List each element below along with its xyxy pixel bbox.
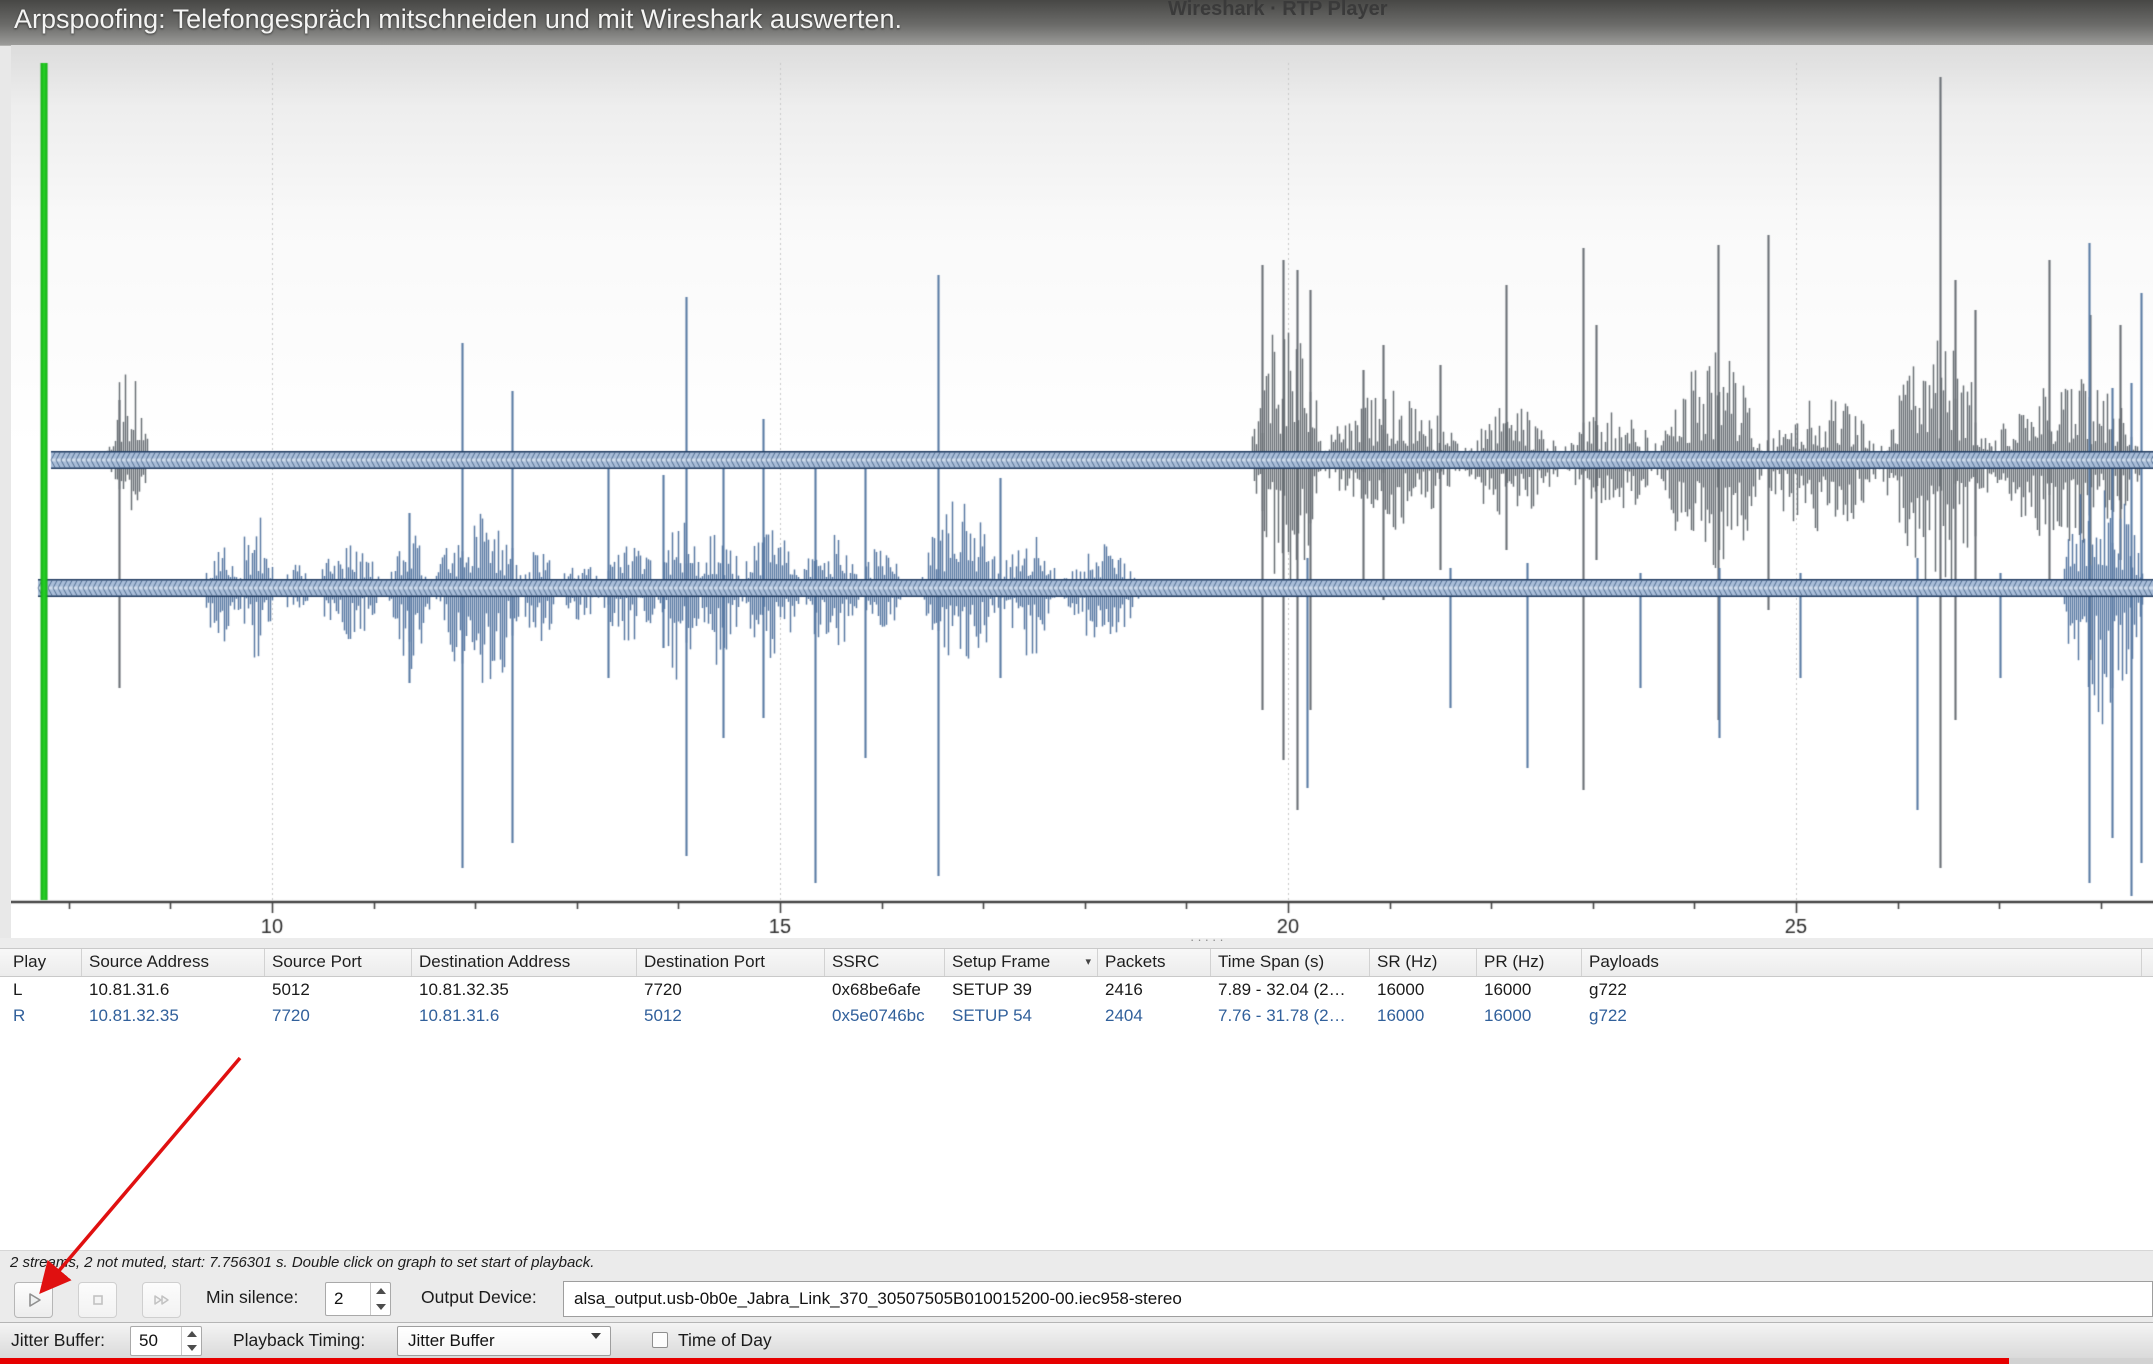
playback-timing-value: Jitter Buffer <box>408 1331 495 1350</box>
video-title: Arpspoofing: Telefongespräch mitschneide… <box>14 4 902 34</box>
status-bar: 2 streams, 2 not muted, start: 7.756301 … <box>0 1250 2153 1275</box>
table-header-cell[interactable]: Source Address <box>82 949 265 976</box>
jitter-buffer-value[interactable]: 50 <box>131 1327 181 1355</box>
spin-up-icon[interactable] <box>371 1283 390 1299</box>
skip-silence-button[interactable] <box>142 1282 181 1318</box>
play-icon <box>28 1293 41 1307</box>
waveform-plot[interactable] <box>11 45 2153 938</box>
table-cell[interactable]: 7720 <box>637 977 825 1003</box>
stop-button[interactable] <box>78 1282 117 1318</box>
table-row[interactable]: R 10.81.32.35 7720 10.81.31.6 5012 0x5e0746bc… <box>0 1003 2153 1029</box>
table-cell[interactable]: 5012 <box>265 977 412 1003</box>
min-silence-label: Min silence: <box>206 1287 299 1307</box>
table-cell[interactable]: 10.81.31.6 <box>82 977 265 1003</box>
table-cell[interactable]: g722 <box>1582 1003 2142 1029</box>
jitter-buffer-stepper[interactable]: 50 <box>130 1326 202 1356</box>
table-header-cell[interactable]: Play <box>0 949 82 976</box>
table-header-cell[interactable]: Destination Port <box>637 949 825 976</box>
table-cell[interactable]: 16000 <box>1370 1003 1477 1029</box>
table-header-cell[interactable]: PR (Hz) <box>1477 949 1582 976</box>
playback-options-row: Jitter Buffer: 50 Playback Timing: Jitte… <box>0 1322 2153 1359</box>
sort-indicator-icon: ▾ <box>1085 956 1091 968</box>
output-device-value: alsa_output.usb-0b0e_Jabra_Link_370_3050… <box>574 1289 1182 1308</box>
table-header-cell[interactable]: Destination Address <box>412 949 637 976</box>
rtp-streams-table: Play Source Address Source Port Destination… <box>0 948 2153 1251</box>
min-silence-value[interactable]: 2 <box>326 1283 370 1315</box>
table-cell[interactable]: 10.81.32.35 <box>412 977 637 1003</box>
table-cell[interactable]: 0x68be6afe <box>825 977 945 1003</box>
table-cell[interactable]: 2416 <box>1098 977 1211 1003</box>
player-controls-row: Min silence: 2 Output Device: alsa_outpu… <box>0 1274 2153 1322</box>
spin-up-icon[interactable] <box>182 1327 201 1341</box>
table-cell[interactable]: R <box>0 1003 82 1029</box>
table-cell[interactable]: L <box>0 977 82 1003</box>
table-cell[interactable]: g722 <box>1582 977 2142 1003</box>
waveform-canvas[interactable] <box>11 45 2153 938</box>
playback-timing-label: Playback Timing: <box>233 1330 366 1350</box>
table-cell[interactable]: 7720 <box>265 1003 412 1029</box>
status-text: 2 streams, 2 not muted, start: 7.756301 … <box>10 1254 595 1271</box>
video-progress-bar[interactable] <box>0 1358 2009 1364</box>
table-body: L 10.81.31.6 5012 10.81.32.35 7720 0x68be6afe… <box>0 977 2153 1029</box>
table-cell[interactable]: 2404 <box>1098 1003 1211 1029</box>
table-cell[interactable]: 10.81.31.6 <box>412 1003 637 1029</box>
output-device-label: Output Device: <box>421 1287 537 1307</box>
spin-down-icon[interactable] <box>371 1299 390 1315</box>
chevron-down-icon <box>591 1333 601 1359</box>
table-header-cell[interactable]: Time Span (s) <box>1211 949 1370 976</box>
table-header-cell[interactable]: Packets <box>1098 949 1211 976</box>
play-button[interactable] <box>14 1282 53 1318</box>
video-overlay-titlebar: Arpspoofing: Telefongespräch mitschneide… <box>0 0 2153 46</box>
table-cell[interactable]: 16000 <box>1477 1003 1582 1029</box>
table-header-cell[interactable]: Setup Frame ▾ <box>945 949 1098 976</box>
video-progress-track[interactable] <box>0 1358 2153 1364</box>
table-row[interactable]: L 10.81.31.6 5012 10.81.32.35 7720 0x68be6afe… <box>0 977 2153 1003</box>
table-cell[interactable]: 16000 <box>1370 977 1477 1003</box>
splitter-handle[interactable]: ····· <box>0 932 2153 948</box>
table-cell[interactable]: 0x5e0746bc <box>825 1003 945 1029</box>
table-header-cell[interactable]: SR (Hz) <box>1370 949 1477 976</box>
skip-silence-icon <box>153 1295 169 1305</box>
min-silence-stepper[interactable]: 2 <box>325 1282 391 1316</box>
spin-down-icon[interactable] <box>182 1341 201 1355</box>
table-cell[interactable]: SETUP 39 <box>945 977 1098 1003</box>
output-device-combo[interactable]: alsa_output.usb-0b0e_Jabra_Link_370_3050… <box>563 1281 2153 1317</box>
splitter-grip-icon: ····· <box>1190 932 1227 947</box>
table-cell[interactable]: SETUP 54 <box>945 1003 1098 1029</box>
table-header-cell[interactable]: Payloads <box>1582 949 2142 976</box>
time-of-day-checkbox[interactable] <box>652 1332 668 1348</box>
table-cell[interactable]: 5012 <box>637 1003 825 1029</box>
playback-timing-dropdown[interactable]: Jitter Buffer <box>397 1326 611 1359</box>
table-cell[interactable]: 7.89 - 32.04 (2… <box>1211 977 1370 1003</box>
time-of-day-label: Time of Day <box>678 1330 772 1350</box>
table-cell[interactable]: 10.81.32.35 <box>82 1003 265 1029</box>
table-cell[interactable]: 16000 <box>1477 977 1582 1003</box>
window-title: Wireshark · RTP Player <box>1168 0 1388 20</box>
stop-icon <box>92 1295 103 1305</box>
table-header-cell[interactable]: SSRC <box>825 949 945 976</box>
table-cell[interactable]: 7.76 - 31.78 (2… <box>1211 1003 1370 1029</box>
table-header-row: Play Source Address Source Port Destination… <box>0 949 2153 977</box>
table-header-cell[interactable]: Source Port <box>265 949 412 976</box>
jitter-buffer-label: Jitter Buffer: <box>11 1330 106 1350</box>
